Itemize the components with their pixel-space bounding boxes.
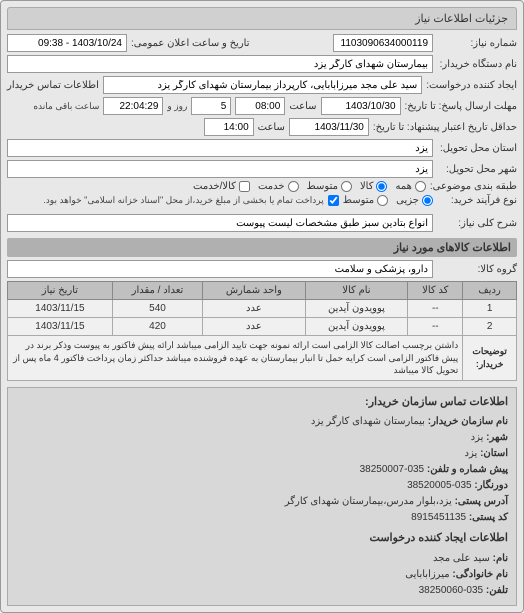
general-desc-label: شرح کلی نیاز:: [437, 218, 517, 229]
request-no-label: شماره نیاز:: [437, 38, 517, 49]
contact-block: اطلاعات تماس سازمان خریدار: نام سازمان خ…: [7, 387, 517, 606]
tab-title: جزئیات اطلاعات نیاز: [415, 13, 508, 25]
deadline-time-input[interactable]: [235, 97, 285, 115]
min-deadline-time-input[interactable]: [204, 118, 254, 136]
remaining-days-input[interactable]: [191, 97, 231, 115]
purchase-type-label: نوع فرآیند خرید:: [437, 195, 517, 206]
remaining-time-input[interactable]: [103, 97, 163, 115]
budget-label: طبقه بندی موضوعی:: [430, 181, 517, 192]
request-no-input[interactable]: [333, 34, 433, 52]
contact-info-label: اطلاعات تماس خریدار: [7, 80, 99, 91]
delivery-province-label: استان محل تحویل:: [437, 143, 517, 154]
radio-service[interactable]: خدمت: [258, 181, 299, 192]
deadline-label: مهلت ارسال پاسخ: تا تاریخ:: [405, 101, 517, 112]
creator-name: نام: سید علی مجد: [16, 551, 508, 567]
min-deadline-date-input[interactable]: [289, 118, 369, 136]
contact-org: نام سازمان خریدار: بیمارستان شهدای کارگر…: [16, 414, 508, 430]
creator-family: نام خانوادگی: میرزابابایی: [16, 567, 508, 583]
purchase-radio-group: جزیی متوسط: [343, 195, 433, 206]
check-cash[interactable]: کالا/خدمت: [193, 181, 250, 192]
contact-city: شهر: یزد: [16, 430, 508, 446]
announce-input[interactable]: [7, 34, 127, 52]
creator-header: اطلاعات ایجاد کننده درخواست: [16, 530, 508, 548]
th-qty: تعداد / مقدار: [112, 282, 202, 300]
remaining-after-label: ساعت باقی مانده: [33, 101, 99, 112]
delivery-province-input[interactable]: [7, 139, 433, 157]
radio-mid2[interactable]: متوسط: [343, 195, 388, 206]
contact-fax: دورنگار: 035-38520005: [16, 478, 508, 494]
contact-province: استان: یزد: [16, 446, 508, 462]
purchase-note-check[interactable]: [328, 195, 339, 206]
buyer-name-input[interactable]: [7, 55, 433, 73]
goods-group-label: گروه کالا:: [437, 264, 517, 275]
goods-table: ردیف کد کالا نام کالا واحد شمارش تعداد /…: [7, 281, 517, 381]
table-row: 1 -- پوویدون آیدین عدد 540 1403/11/15: [8, 300, 517, 318]
deadline-time-label: ساعت: [289, 101, 316, 112]
radio-cash[interactable]: جزیی: [396, 195, 433, 206]
contact-zip: کد پستی: 8915451135: [16, 510, 508, 526]
general-desc-input[interactable]: [7, 214, 433, 232]
th-date: تاریخ نیاز: [8, 282, 113, 300]
delivery-city-input[interactable]: [7, 160, 433, 178]
radio-mid[interactable]: متوسط: [307, 181, 352, 192]
delivery-city-label: شهر محل تحویل:: [437, 164, 517, 175]
requester-input[interactable]: [103, 76, 422, 94]
min-deadline-time-label: ساعت: [258, 122, 285, 133]
budget-radio-group: همه کالا متوسط خدمت کالا/خدمت: [193, 181, 426, 192]
radio-goods[interactable]: کالا: [360, 181, 388, 192]
requester-label: ایجاد کننده درخواست:: [426, 80, 517, 91]
goods-info-header: اطلاعات کالاهای مورد نیاز: [7, 238, 517, 257]
deadline-date-input[interactable]: [321, 97, 401, 115]
remaining-day-label: روز و: [167, 101, 187, 112]
table-row: 2 -- پوویدون آیدین عدد 420 1403/11/15: [8, 318, 517, 336]
buyer-desc-row: توضیحات خریدار: داشتن برچسب اصالت کالا ا…: [8, 336, 517, 381]
purchase-note: پرداخت تمام یا بخشی از مبلغ خرید،از محل …: [43, 195, 323, 206]
buyer-name-label: نام دستگاه خریدار:: [437, 59, 517, 70]
min-deadline-label: حداقل تاریخ اعتبار پیشنهاد: تا تاریخ:: [373, 122, 517, 133]
th-code: کد کالا: [408, 282, 463, 300]
th-unit: واحد شمارش: [203, 282, 305, 300]
goods-group-input[interactable]: [7, 260, 433, 278]
contact-header: اطلاعات تماس سازمان خریدار:: [16, 394, 508, 412]
announce-label: تاریخ و ساعت اعلان عمومی:: [131, 38, 250, 49]
radio-all[interactable]: همه: [395, 181, 425, 192]
creator-tel: تلفن: 035-38250060: [16, 583, 508, 599]
th-name: نام کالا: [305, 282, 408, 300]
th-row: ردیف: [463, 282, 517, 300]
contact-phone: پیش شماره و تلفن: 035-38250007: [16, 462, 508, 478]
contact-postal: آدرس پستی: یزد،بلوار مدرس،بیمارستان شهدا…: [16, 494, 508, 510]
tab-header: جزئیات اطلاعات نیاز: [7, 7, 517, 30]
